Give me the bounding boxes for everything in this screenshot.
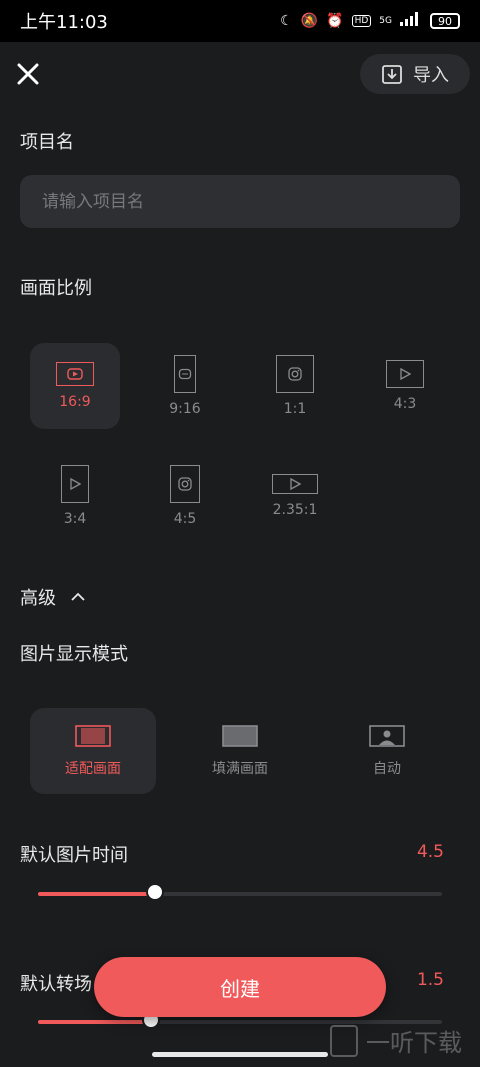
instagram-icon [276, 355, 314, 393]
play-icon [272, 474, 318, 494]
image-duration-value: 4.5 [416, 842, 444, 862]
project-name-label: 项目名 [20, 132, 74, 153]
slider-thumb[interactable] [146, 883, 165, 901]
watermark-text: 一听下载 [366, 1029, 462, 1057]
ratio-option-1-1[interactable]: 1:1 [250, 343, 340, 429]
moon-icon: ☾ [280, 13, 293, 29]
signal-icon [400, 12, 422, 30]
tiktok-icon [174, 355, 196, 393]
status-time: 上午11:03 [20, 12, 108, 33]
mode-option-fill[interactable]: 填满画面 [177, 708, 303, 794]
mute-icon: 🔕 [300, 13, 319, 29]
close-icon [17, 63, 39, 85]
close-button[interactable] [14, 60, 42, 88]
create-label: 创建 [220, 976, 260, 1001]
battery-indicator: 90 [430, 13, 460, 29]
status-icons: ☾ 🔕 ⏰ HD 5G 90 [280, 12, 460, 30]
import-icon [382, 65, 402, 84]
ratio-label: 4:5 [173, 511, 197, 527]
status-bar: 上午11:03 ☾ 🔕 ⏰ HD 5G 90 [0, 0, 480, 42]
ratio-label: 2.35:1 [272, 502, 318, 518]
ratio-label: 4:3 [393, 396, 417, 412]
import-label: 导入 [413, 65, 449, 86]
mode-label: 适配画面 [65, 761, 121, 777]
project-name-field[interactable] [20, 175, 460, 228]
aspect-ratio-label: 画面比例 [20, 278, 92, 299]
slider-fill [38, 892, 156, 896]
advanced-toggle[interactable]: 高级 [20, 584, 86, 610]
slider-fill [38, 1020, 152, 1024]
advanced-label: 高级 [20, 588, 56, 609]
image-duration-label: 默认图片时间 [20, 845, 128, 866]
transition-duration-label: 默认转场 [20, 974, 92, 995]
display-mode-label: 图片显示模式 [20, 644, 128, 665]
watermark: 一听下载 [330, 1023, 462, 1058]
project-name-input[interactable] [40, 190, 440, 213]
ratio-label: 9:16 [169, 401, 201, 417]
import-button[interactable]: 导入 [360, 54, 470, 94]
mode-label: 自动 [373, 761, 401, 777]
fit-screen-icon [75, 725, 111, 747]
hd-icon: HD [351, 15, 372, 27]
instagram-icon [170, 465, 200, 503]
chevron-up-icon [71, 592, 85, 601]
ratio-option-9-16[interactable]: 9:16 [140, 343, 230, 429]
alarm-icon: ⏰ [326, 13, 344, 29]
youtube-icon [56, 362, 94, 386]
play-icon [386, 360, 424, 388]
mode-label: 填满画面 [212, 761, 268, 777]
fill-screen-icon [222, 725, 258, 747]
create-button[interactable]: 创建 [94, 957, 386, 1017]
mode-option-auto[interactable]: 自动 [324, 708, 450, 794]
transition-duration-value: 1.5 [416, 970, 444, 990]
image-duration-slider[interactable] [38, 883, 442, 901]
ratio-option-4-5[interactable]: 4:5 [140, 453, 230, 539]
play-icon [61, 465, 89, 503]
home-indicator[interactable] [152, 1052, 328, 1057]
ratio-option-16-9[interactable]: 16:9 [30, 343, 120, 429]
ratio-label: 3:4 [63, 511, 87, 527]
ratio-label: 16:9 [59, 394, 91, 410]
ratio-option-2-35-1[interactable]: 2.35:1 [250, 453, 340, 539]
watermark-logo-icon [330, 1024, 358, 1057]
network-label: 5G [379, 15, 392, 26]
ratio-option-3-4[interactable]: 3:4 [30, 453, 120, 539]
ratio-label: 1:1 [283, 401, 307, 417]
auto-image-icon [369, 725, 405, 747]
ratio-option-4-3[interactable]: 4:3 [360, 343, 450, 429]
mode-option-fit[interactable]: 适配画面 [30, 708, 156, 794]
